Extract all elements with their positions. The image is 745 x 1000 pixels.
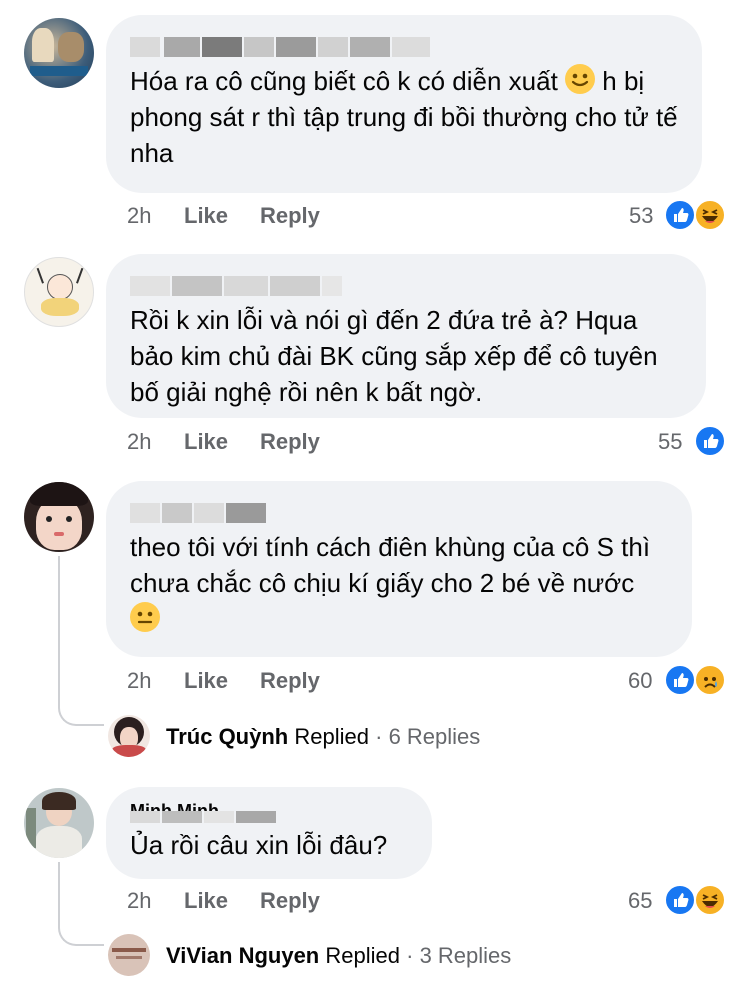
comment-meta-row: 2h — [127, 668, 151, 694]
replies-count[interactable]: 6 Replies — [389, 724, 481, 749]
slightly-smiling-emoji — [565, 64, 596, 94]
separator-dot: · — [406, 943, 414, 968]
commenter-avatar[interactable] — [24, 788, 94, 858]
haha-reaction-icon[interactable] — [694, 884, 726, 916]
comment-bubble: Rồi k xin lỗi và nói gì đến 2 đứa trẻ à?… — [106, 254, 706, 418]
reply-link[interactable]: Reply — [260, 429, 320, 455]
comment-time[interactable]: 2h — [127, 668, 151, 693]
comment-time[interactable]: 2h — [127, 888, 151, 913]
comment-meta-row: 2h — [127, 203, 151, 229]
thread-connector — [58, 862, 60, 928]
comment-text: theo tôi với tính cách điên khùng của cô… — [130, 529, 668, 637]
like-reaction-icon[interactable] — [664, 199, 696, 231]
thread-connector — [58, 920, 104, 946]
separator-dot: · — [375, 724, 383, 749]
comment-bubble: theo tôi với tính cách điên khùng của cô… — [106, 481, 692, 657]
comment-meta-row: 2h — [127, 888, 151, 914]
reaction-count[interactable]: 53 — [629, 203, 653, 229]
reply-link[interactable]: Reply — [260, 668, 320, 694]
reaction-count[interactable]: 60 — [628, 668, 652, 694]
reply-link[interactable]: Reply — [260, 203, 320, 229]
reply-author-avatar[interactable] — [108, 934, 150, 976]
reply-author-avatar[interactable] — [108, 715, 150, 757]
blurred-commenter-name — [130, 37, 678, 57]
like-reaction-icon[interactable] — [664, 664, 696, 696]
replies-count[interactable]: 3 Replies — [420, 943, 512, 968]
reaction-count[interactable]: 65 — [628, 888, 652, 914]
neutral-face-emoji — [130, 602, 160, 632]
comment-text: Ủa rồi câu xin lỗi đâu? — [130, 830, 388, 860]
reaction-count[interactable]: 55 — [658, 429, 682, 455]
comment-time[interactable]: 2h — [127, 429, 151, 454]
replied-summary[interactable]: Trúc Quỳnh Replied · 6 Replies — [166, 724, 480, 750]
like-link[interactable]: Like — [184, 888, 228, 914]
blurred-commenter-name — [130, 503, 668, 523]
like-reaction-icon[interactable] — [664, 884, 696, 916]
replied-summary[interactable]: ViVian Nguyen Replied · 3 Replies — [166, 943, 511, 969]
like-link[interactable]: Like — [184, 203, 228, 229]
like-reaction-icon[interactable] — [694, 425, 726, 457]
thread-connector — [58, 556, 60, 706]
blurred-commenter-name — [130, 276, 682, 296]
comment-text: Hóa ra cô cũng biết cô k có diễn xuất h … — [130, 64, 678, 168]
commenter-avatar[interactable] — [24, 257, 94, 327]
replied-label: Replied — [325, 943, 400, 968]
comment-time[interactable]: 2h — [127, 203, 151, 228]
comment-bubble: Minh Minh Ủa rồi câu xin lỗi đâu? — [106, 787, 432, 879]
comment-meta-row: 2h — [127, 429, 151, 455]
comment-text: Rồi k xin lỗi và nói gì đến 2 đứa trẻ à?… — [130, 305, 658, 407]
blurred-commenter-name: Minh Minh — [130, 801, 408, 823]
like-link[interactable]: Like — [184, 668, 228, 694]
thread-connector — [58, 700, 104, 726]
haha-reaction-icon[interactable] — [694, 199, 726, 231]
commenter-avatar[interactable] — [24, 482, 94, 552]
reply-author-name[interactable]: Trúc Quỳnh — [166, 724, 288, 749]
comment-bubble: Hóa ra cô cũng biết cô k có diễn xuất h … — [106, 15, 702, 193]
reply-link[interactable]: Reply — [260, 888, 320, 914]
reply-author-name[interactable]: ViVian Nguyen — [166, 943, 319, 968]
like-link[interactable]: Like — [184, 429, 228, 455]
replied-label: Replied — [294, 724, 369, 749]
sad-reaction-icon[interactable] — [694, 664, 726, 696]
commenter-avatar[interactable] — [24, 18, 94, 88]
